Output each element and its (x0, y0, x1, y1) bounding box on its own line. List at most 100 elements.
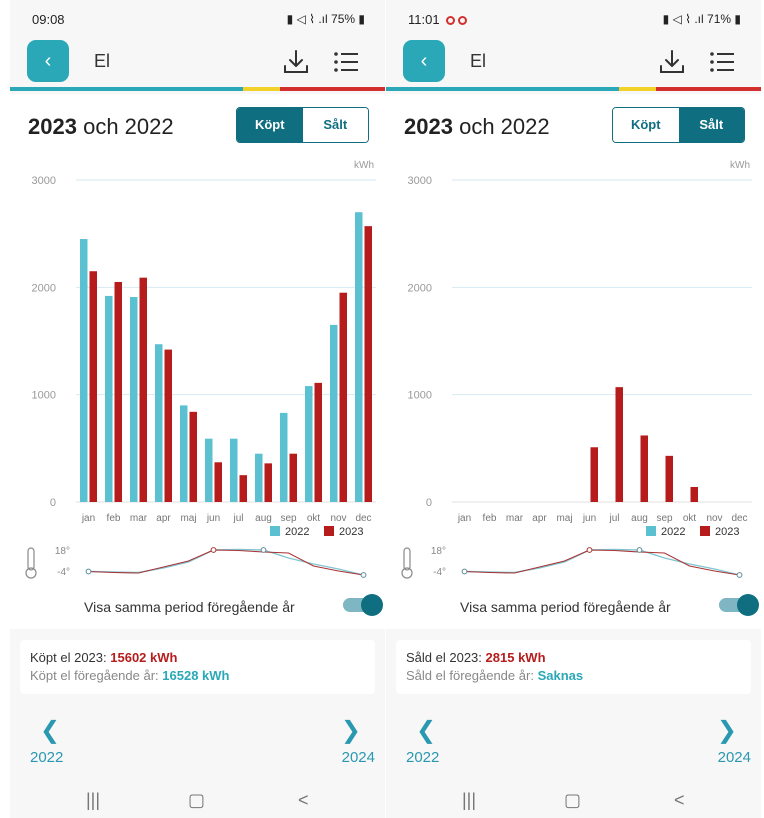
previous-year-button[interactable]: ❮ 2022 (406, 716, 466, 766)
summary-card: Köpt el 2023: 15602 kWh Köpt el föregåen… (20, 640, 375, 694)
next-year-button[interactable]: ❯ 2024 (315, 716, 375, 766)
toggle-bought[interactable]: Köpt (613, 108, 679, 142)
show-previous-switch[interactable] (719, 594, 759, 616)
x-tick-label: sep (280, 513, 297, 524)
status-bar: 09:08 ▮ ◁ ⌇ .ıl 75% ▮ (10, 0, 385, 36)
temp-min-label: -4° (57, 567, 70, 578)
x-tick-label: mar (130, 513, 148, 524)
download-icon[interactable] (658, 48, 686, 76)
home-icon[interactable]: ▢ (188, 790, 205, 811)
temp-marker (360, 572, 367, 578)
status-bar: 11:01 ▮ ◁ ⌇ .ıl 71% ▮ (386, 0, 761, 36)
recent-apps-icon[interactable]: ||| (86, 790, 100, 811)
x-tick-label: apr (532, 513, 547, 524)
toggle-sold[interactable]: Sålt (678, 108, 744, 142)
period-title: 2023 och 2022 (404, 114, 550, 140)
chevron-left-icon: ❮ (40, 717, 61, 744)
list-icon[interactable] (332, 48, 360, 76)
y-tick-label: 1000 (408, 390, 432, 402)
temp-line-2022 (88, 548, 364, 576)
x-tick-label: jun (206, 513, 220, 524)
bar-2023-jul (239, 475, 247, 502)
bar-chart: kWh 0 1000 2000 3000 jan feb mar apr maj jun jul aug… (408, 160, 752, 538)
home-icon[interactable]: ▢ (564, 790, 581, 811)
x-tick-label: maj (556, 513, 572, 524)
status-icons: ▮ ◁ ⌇ .ıl 75% ▮ (286, 12, 365, 26)
system-nav-bar: ||| ▢ < (386, 782, 761, 818)
phone-screen-bought: 09:08 ▮ ◁ ⌇ .ıl 75% ▮ ‹ El 2023 och 2022… (10, 0, 385, 818)
show-previous-switch[interactable] (343, 594, 383, 616)
x-tick-label: feb (483, 513, 497, 524)
summary-card: Såld el 2023: 2815 kWh Såld el föregåend… (396, 640, 751, 694)
legend-swatch (324, 526, 334, 536)
summary-current: Såld el 2023: 2815 kWh (406, 650, 741, 665)
x-tick-label: okt (307, 513, 321, 524)
legend-label: 2022 (285, 526, 309, 538)
app-title: El (94, 51, 111, 71)
temp-min-label: -4° (433, 567, 446, 578)
x-tick-label: sep (656, 513, 673, 524)
temp-marker (586, 547, 593, 553)
bar-2023-sep (665, 455, 673, 502)
period-rest: och 2022 (459, 114, 550, 139)
legend-label: 2023 (715, 526, 739, 538)
y-tick-label: 3000 (408, 175, 432, 187)
notification-icon (445, 16, 455, 25)
bar-2023-sep (289, 453, 297, 502)
thermometer-icon (27, 547, 35, 571)
x-tick-label: dec (355, 513, 371, 524)
toggle-bought[interactable]: Köpt (237, 108, 303, 142)
x-tick-label: nov (330, 513, 346, 524)
y-tick-label: 3000 (32, 175, 56, 187)
system-back-icon[interactable]: < (674, 790, 685, 811)
color-strip (10, 87, 385, 91)
bar-2022-dec (355, 212, 363, 502)
list-icon[interactable] (708, 48, 736, 76)
temp-line-2023 (88, 549, 364, 576)
back-button[interactable]: ‹ (403, 40, 445, 82)
battery-level: 71% (707, 12, 732, 26)
temp-marker (736, 572, 743, 578)
notification-icon (457, 16, 467, 25)
recent-apps-icon[interactable]: ||| (462, 790, 476, 811)
bar-2022-maj (180, 405, 188, 502)
system-back-icon[interactable]: < (298, 790, 309, 811)
summary-current-label: Köpt el 2023: (30, 650, 107, 665)
x-tick-label: maj (180, 513, 196, 524)
legend-swatch (646, 526, 656, 536)
bar-2023-jan (89, 271, 97, 502)
toggle-sold[interactable]: Sålt (302, 108, 368, 142)
temp-marker (461, 568, 468, 575)
download-icon[interactable] (282, 48, 310, 76)
thermometer-icon (403, 547, 411, 571)
bar-2023-jun (590, 447, 598, 502)
temp-marker (210, 547, 217, 553)
summary-previous-value: Saknas (537, 668, 584, 683)
temp-marker (260, 547, 267, 553)
battery-level: 75% (331, 12, 356, 26)
previous-year-button[interactable]: ❮ 2022 (30, 716, 90, 766)
bar-chart: kWh 0 1000 2000 3000 jan feb mar apr maj jun jul aug… (32, 160, 376, 538)
x-tick-label: aug (631, 513, 648, 524)
next-year-button[interactable]: ❯ 2024 (691, 716, 751, 766)
app-bar: ‹ El (386, 40, 761, 84)
show-previous-label: Visa samma period föregående år (84, 599, 295, 615)
bar-2023-jul (615, 387, 623, 502)
y-tick-label: 0 (50, 497, 56, 509)
y-tick-label: 0 (426, 497, 432, 509)
period-title: 2023 och 2022 (28, 114, 174, 140)
bar-2023-dec (364, 226, 372, 503)
x-tick-label: feb (107, 513, 121, 524)
y-unit-label: kWh (730, 160, 750, 171)
temperature-chart: 18° -4° (401, 546, 743, 579)
bought-sold-toggle: Köpt Sålt (612, 107, 745, 143)
x-tick-label: jul (232, 513, 243, 524)
legend-label: 2022 (661, 526, 685, 538)
bar-2023-nov (339, 292, 347, 502)
period-year: 2023 (404, 114, 453, 139)
temp-marker (636, 547, 643, 553)
back-button[interactable]: ‹ (27, 40, 69, 82)
chevron-right-icon: ❯ (716, 717, 737, 744)
x-tick-label: jun (582, 513, 596, 524)
app-bar: ‹ El (10, 40, 385, 84)
